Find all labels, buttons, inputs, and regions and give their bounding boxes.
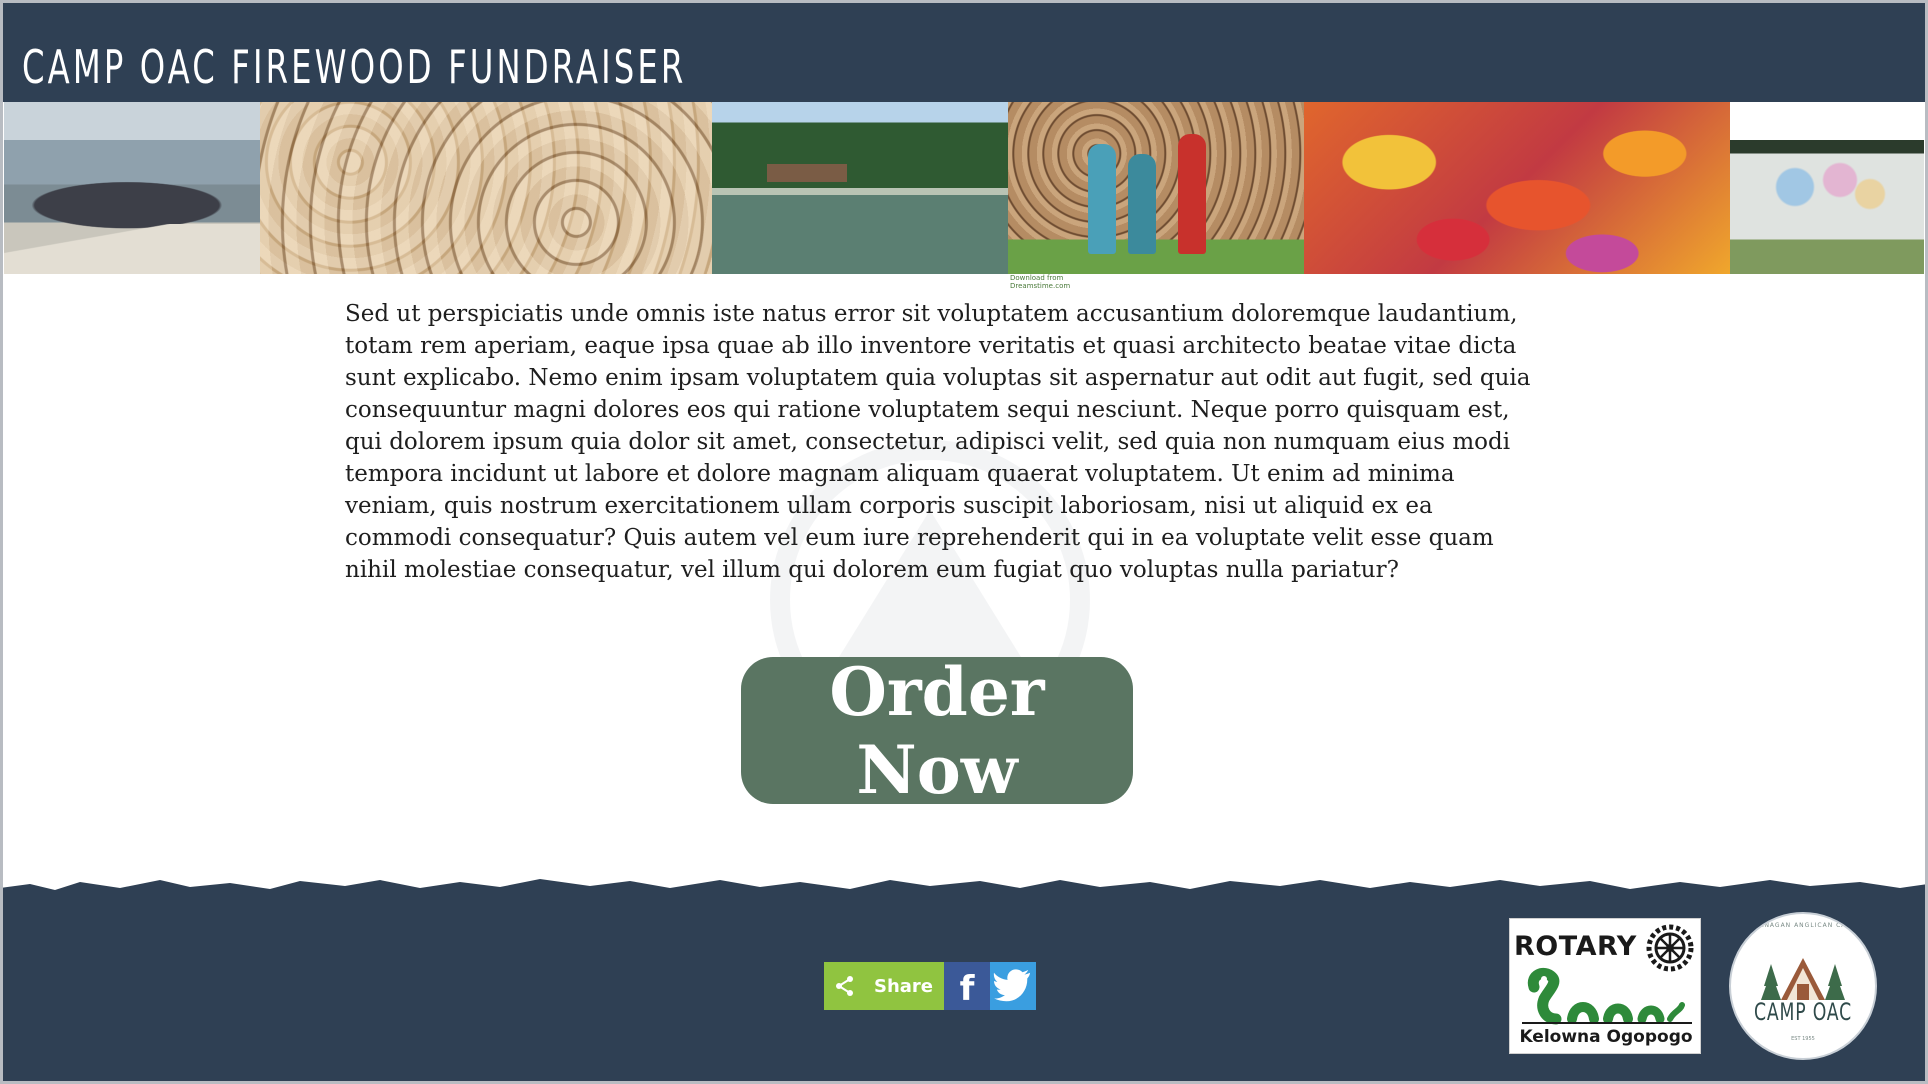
- share-button[interactable]: Share: [824, 962, 944, 1010]
- camp-name: CAMP OAC: [1754, 998, 1852, 1026]
- stacked-firewood-image: [260, 102, 712, 274]
- facebook-share-button[interactable]: f: [944, 962, 990, 1010]
- person-figure: [1128, 154, 1156, 254]
- group-photo-on-dock-image: [4, 102, 260, 274]
- lake-and-forest-image: [712, 102, 1008, 274]
- rotary-club-logo[interactable]: ROTARY Kelowna Ogopogo: [1509, 918, 1701, 1054]
- site-title[interactable]: Camp OAC Firewood Fundraiser: [22, 40, 686, 94]
- stock-photo-stamp: Download from Dreamstime.com: [1010, 274, 1071, 290]
- autumn-maple-leaves-image: [1304, 102, 1730, 274]
- person-figure: [1178, 134, 1206, 254]
- cabin-and-trees-icon: [1761, 958, 1845, 1000]
- twitter-share-button[interactable]: [990, 962, 1036, 1010]
- twitter-bird-icon: [993, 969, 1031, 1002]
- site-header: Camp OAC Firewood Fundraiser: [0, 0, 1928, 102]
- facebook-icon: f: [959, 969, 975, 1009]
- painted-camp-wall-image: [1730, 102, 1924, 274]
- camp-oac-logo[interactable]: OKANAGAN ANGLICAN CAMP CAMP OAC EST 1955: [1729, 912, 1877, 1060]
- people-stacking-firewood-image: [1008, 102, 1304, 274]
- camp-established: EST 1955: [1791, 1036, 1815, 1042]
- share-label: Share: [874, 975, 934, 997]
- rotary-wordmark: ROTARY: [1514, 931, 1637, 962]
- person-figure: [1088, 144, 1116, 254]
- ogopogo-serpent-icon: [1522, 967, 1692, 1025]
- description-paragraph: Sed ut perspiciatis unde omnis iste natu…: [345, 301, 1531, 583]
- photo-banner: [4, 102, 1924, 274]
- order-now-button[interactable]: Order Now: [741, 653, 1133, 809]
- dock-shape: [4, 224, 260, 274]
- social-share-bar: Share f: [824, 962, 1036, 1010]
- share-icon: [836, 976, 853, 996]
- rotary-club-name: Kelowna Ogopogo: [1519, 1027, 1693, 1047]
